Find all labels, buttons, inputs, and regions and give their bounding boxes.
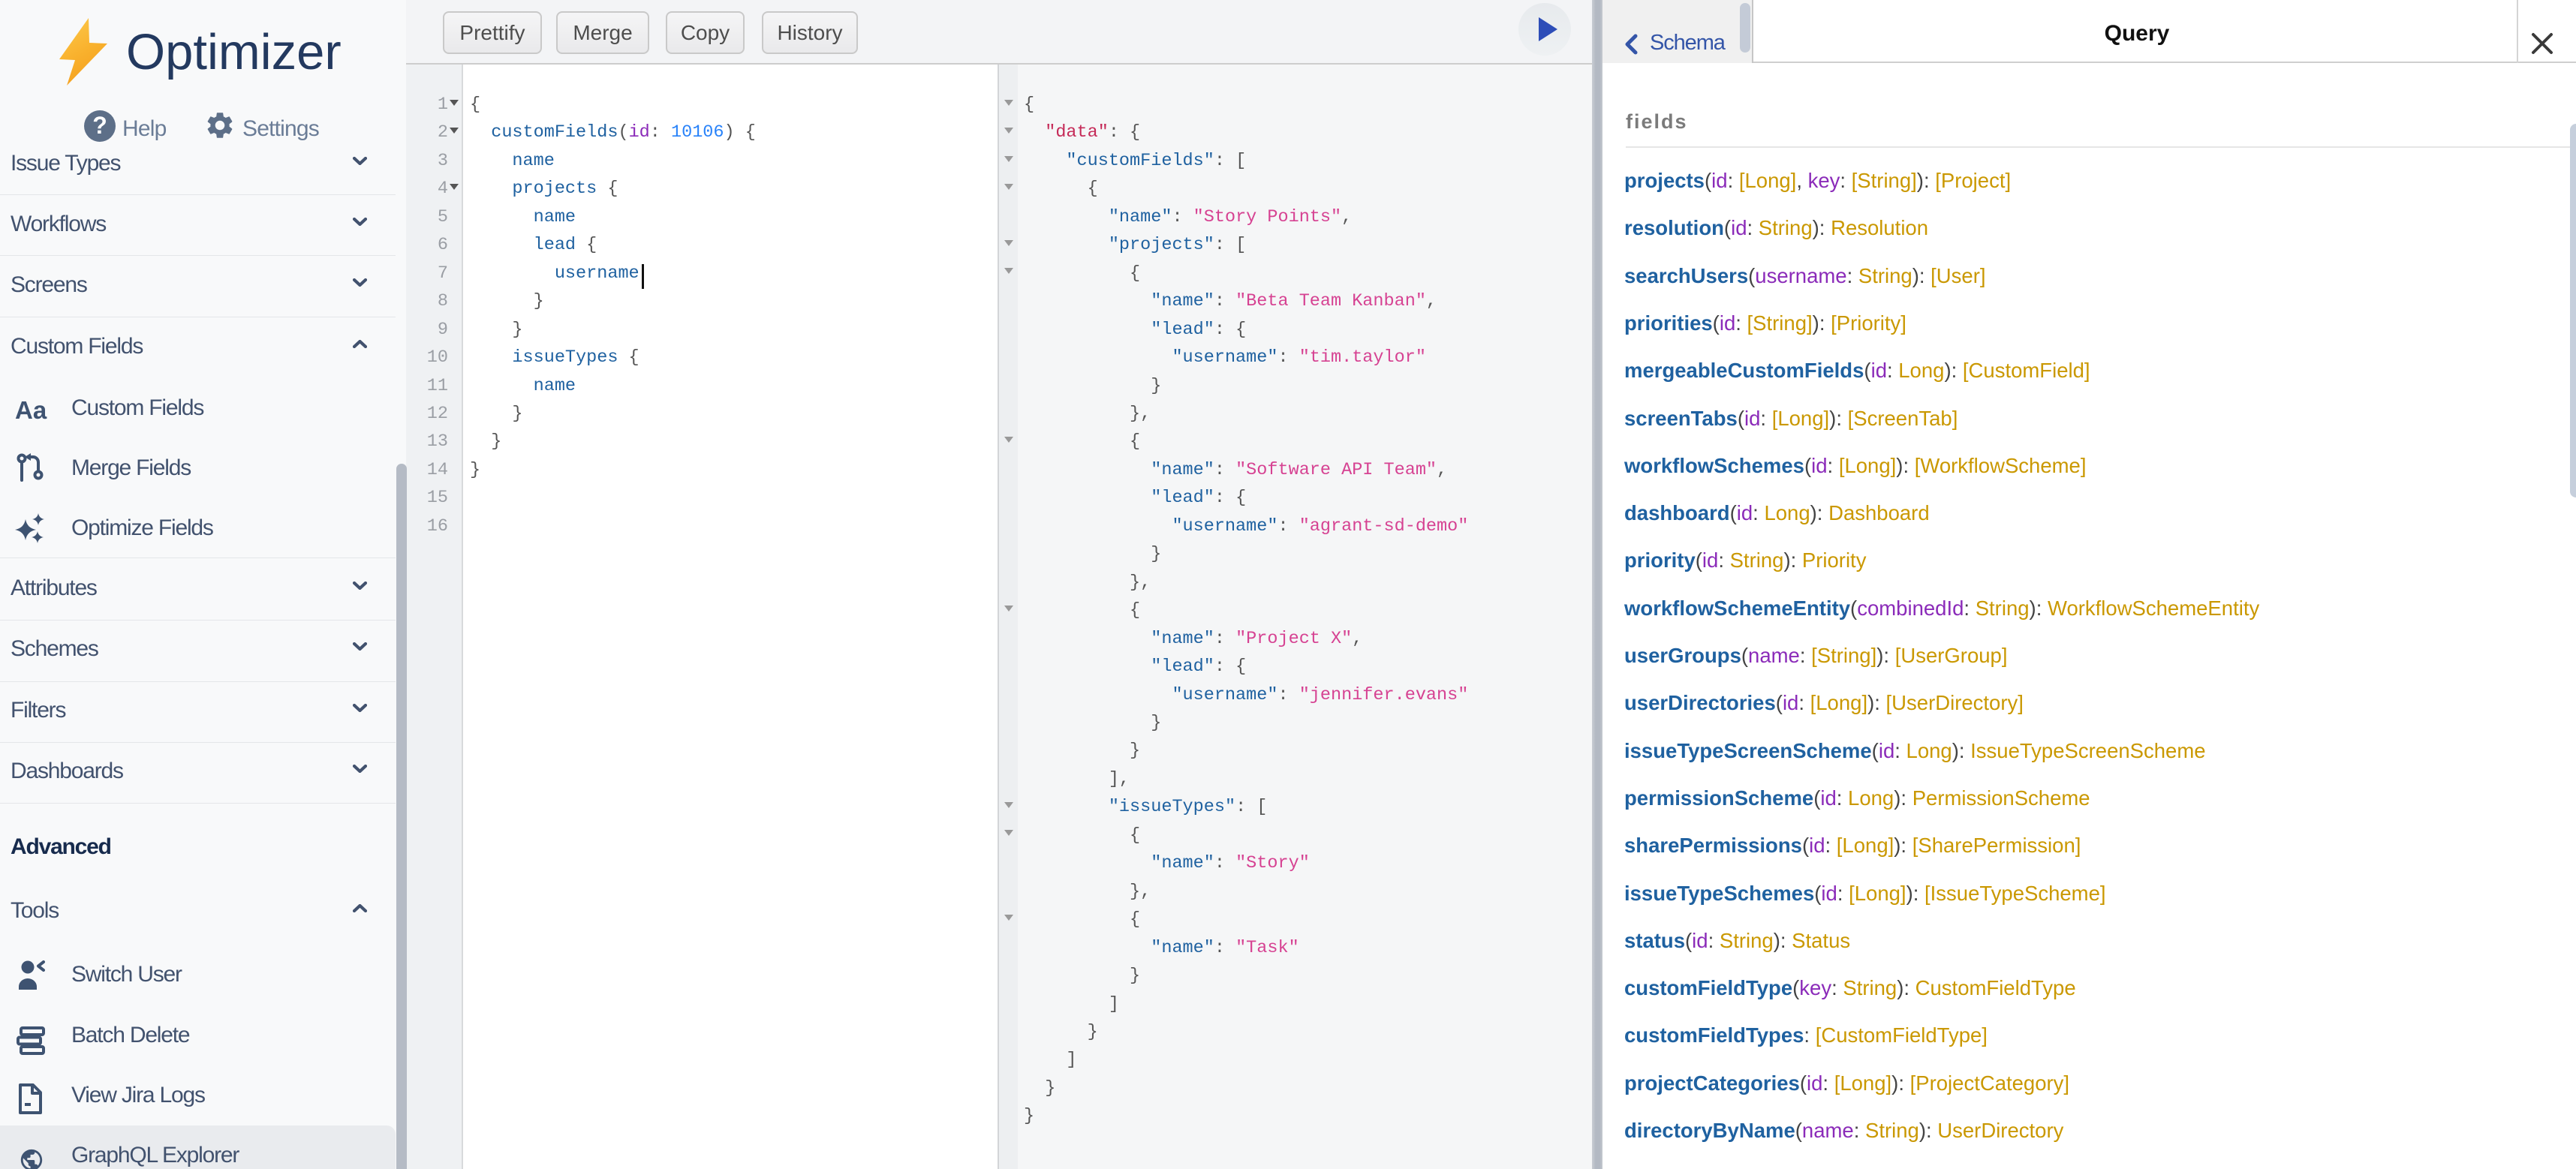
- svg-text:?: ?: [92, 112, 107, 139]
